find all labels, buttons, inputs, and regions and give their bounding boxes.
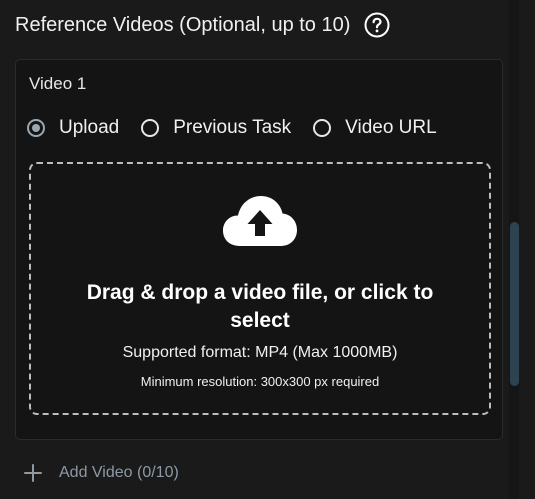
video-dropzone[interactable]: Drag & drop a video file, or click to se… [29,162,491,415]
add-video-button[interactable]: Add Video (0/10) [24,461,179,485]
radio-previous-task-label: Previous Task [173,117,292,138]
cloud-upload-icon [221,194,299,248]
section-header: Reference Videos (Optional, up to 10) [15,10,390,40]
radio-video-url[interactable]: Video URL [313,117,437,139]
scrollbar-thumb[interactable] [510,222,519,386]
dropzone-resolution-text: Minimum resolution: 300x300 px required [140,374,380,389]
plus-icon [24,464,42,482]
add-video-label: Add Video (0/10) [59,464,179,481]
question-circle-icon[interactable] [364,12,390,38]
radio-previous-task-indicator[interactable] [141,119,160,137]
radio-upload-label: Upload [59,117,120,138]
radio-video-url-indicator[interactable] [313,119,332,137]
radio-upload[interactable]: Upload [27,117,119,139]
radio-upload-indicator[interactable] [27,119,45,137]
video-card-title: Video 1 [29,74,87,93]
section-title: Reference Videos (Optional, up to 10) [15,13,351,36]
dropzone-format-text: Supported format: MP4 (Max 1000MB) [122,344,398,361]
right-gutter [521,0,535,499]
dropzone-main-text: Drag & drop a video file, or click to se… [86,281,434,332]
reference-videos-panel: Reference Videos (Optional, up to 10) Vi… [0,0,535,499]
video-source-radio-group: Upload Previous Task Video URL [27,116,459,140]
video-card: Video 1 Upload Previous Task Video URL D… [15,59,503,440]
radio-previous-task[interactable]: Previous Task [141,117,291,139]
radio-video-url-label: Video URL [345,117,437,138]
